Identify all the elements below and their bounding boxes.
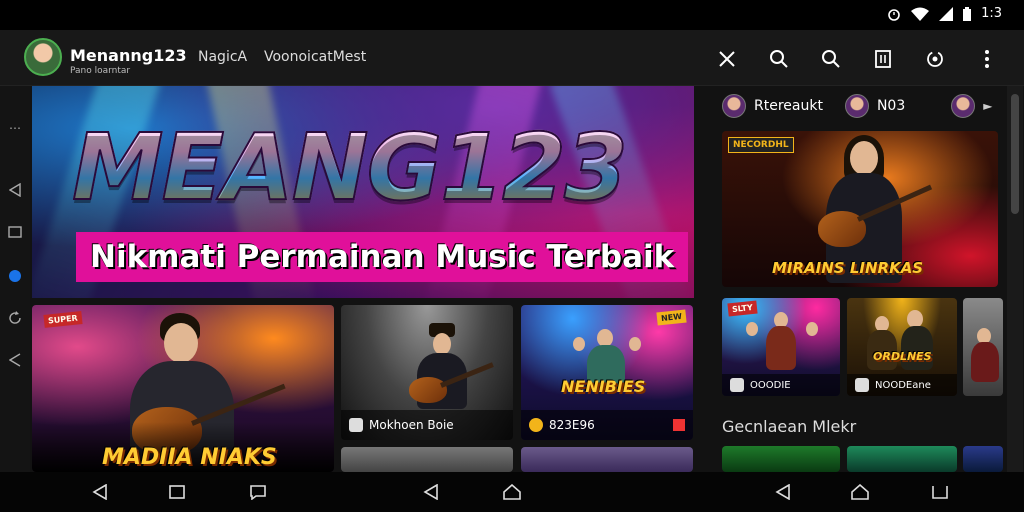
square-button[interactable]: [167, 482, 187, 502]
card-title: MADIIA NIAKS: [102, 445, 277, 470]
status-time: 1:3: [981, 6, 1002, 21]
card-badge-icon: [349, 418, 363, 432]
back-button[interactable]: [773, 482, 793, 502]
avatar[interactable]: [722, 94, 746, 118]
hero-title: MEANG123: [71, 113, 629, 222]
card-title: ORDLNES: [873, 350, 932, 363]
scrollbar-thumb[interactable]: [1011, 94, 1019, 214]
game-card-4[interactable]: [341, 447, 513, 472]
library-button[interactable]: [868, 44, 898, 74]
home-button[interactable]: [502, 482, 522, 502]
recents-button[interactable]: [930, 482, 950, 502]
back-icon[interactable]: [5, 180, 25, 200]
home-icon: [503, 484, 521, 500]
header-item-label[interactable]: Rtereaukt: [754, 98, 823, 114]
back-icon[interactable]: [5, 350, 25, 370]
hero-subtitle-banner: Nikmati Permainan Music Terbaik: [76, 232, 689, 282]
app-tag-magic[interactable]: NagicA: [198, 49, 247, 65]
refresh-icon[interactable]: [5, 308, 25, 328]
home-button[interactable]: [850, 482, 870, 502]
hero-subtitle: Nikmati Permainan Music Terbaik: [90, 239, 675, 275]
scrollbar[interactable]: [1007, 86, 1023, 472]
nav-bar: [0, 472, 1024, 512]
more-button[interactable]: [972, 44, 1002, 74]
tile-card-3[interactable]: [963, 298, 1003, 396]
app-tag-voice[interactable]: VoonoicatMest: [264, 49, 366, 65]
card-flag-icon: [673, 419, 685, 431]
close-button[interactable]: [712, 44, 742, 74]
card-caption: OOODIE: [750, 379, 791, 391]
recents-icon: [169, 485, 185, 499]
game-card-5[interactable]: [521, 447, 693, 472]
sync-button[interactable]: [920, 44, 950, 74]
close-icon: [719, 51, 735, 67]
hero-banner[interactable]: MEANG123 Nikmati Permainan Music Terbaik: [32, 86, 694, 298]
card-title: MIRAINS LINRKAS: [772, 259, 924, 277]
game-card-3[interactable]: NEW NENIBIES 823E96: [521, 305, 693, 440]
dots-icon[interactable]: ⋯: [5, 118, 25, 138]
card-caption: NOODEane: [875, 379, 931, 391]
alarm-icon: [887, 7, 901, 21]
card-caption-bar: Mokhoen Boie: [341, 410, 513, 440]
back-icon: [775, 484, 790, 500]
signal-icon: [939, 6, 954, 21]
card-caption-bar: NOODEane: [847, 374, 957, 396]
card-caption-bar: OOODIE: [722, 374, 840, 396]
card-title: NENIBIES: [561, 377, 646, 396]
card-caption-bar: 823E96: [521, 410, 693, 440]
recents-icon: [250, 485, 266, 500]
avatar[interactable]: [951, 94, 976, 118]
status-bar: 1:3: [0, 0, 1024, 30]
tile-card-6[interactable]: [963, 446, 1003, 472]
book-icon: [875, 50, 891, 68]
chat-button[interactable]: [248, 482, 268, 502]
left-rail: ⋯: [0, 86, 30, 472]
card-badge-icon: [855, 378, 869, 392]
header-item-label[interactable]: N03: [877, 98, 905, 114]
card-badge-icon: [529, 418, 543, 432]
search-icon: [770, 50, 788, 68]
tile-card-1[interactable]: SLTY OOODIE: [722, 298, 840, 396]
avatar[interactable]: [24, 38, 62, 76]
card-badge-icon: [730, 378, 744, 392]
app-bar: Menanng123 Pano loarntar NagicA Voonoica…: [0, 30, 1024, 86]
card-sticker: NEW: [656, 309, 687, 326]
tile-card-4[interactable]: [722, 446, 840, 472]
card-caption: Mokhoen Boie: [369, 418, 454, 432]
dot-icon[interactable]: [5, 266, 25, 286]
search-button[interactable]: [764, 44, 794, 74]
back-button[interactable]: [90, 482, 110, 502]
sync-icon: [927, 51, 943, 67]
home-icon: [851, 484, 869, 500]
game-card-2[interactable]: Mokhoen Boie: [341, 305, 513, 440]
back-button[interactable]: [421, 482, 441, 502]
game-card-1[interactable]: SUPER MADIIA NIAKS: [32, 305, 334, 472]
avatar[interactable]: [844, 94, 869, 118]
card-sticker: SUPER: [43, 311, 83, 328]
card-caption: 823E96: [549, 418, 595, 432]
app-subtitle: Pano loarntar: [70, 66, 131, 76]
more-icon[interactable]: ►: [983, 99, 992, 113]
more-icon: [985, 50, 989, 68]
feature-card[interactable]: NECORDHL MIRAINS LINRKAS: [722, 131, 998, 287]
back-icon: [92, 484, 107, 500]
card-sticker: SLTY: [727, 300, 758, 317]
square-icon[interactable]: [5, 222, 25, 242]
battery-icon: [963, 6, 972, 21]
tile-card-5[interactable]: [847, 446, 957, 472]
app-title: Menanng123: [70, 46, 187, 65]
recents-icon: [932, 486, 948, 499]
section-title: Gecnlaean Mlekr: [722, 417, 857, 436]
search-button-2[interactable]: [816, 44, 846, 74]
tile-card-2[interactable]: ORDLNES NOODEane: [847, 298, 957, 396]
right-panel-header: Rtereaukt N03 ►: [722, 94, 992, 118]
back-icon: [423, 484, 438, 500]
wifi-icon: [911, 7, 930, 21]
search-icon: [822, 50, 840, 68]
card-sticker: NECORDHL: [728, 137, 794, 153]
